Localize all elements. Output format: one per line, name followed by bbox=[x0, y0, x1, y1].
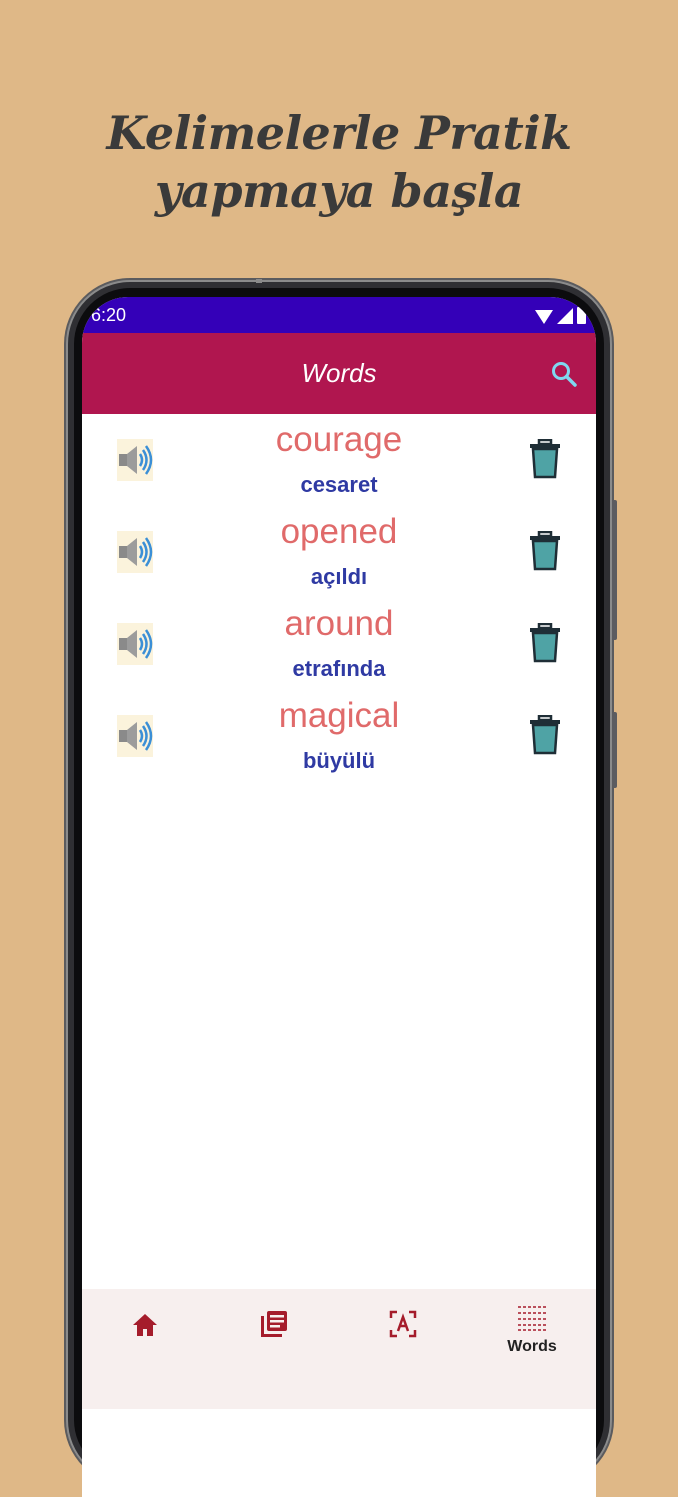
word-translation: büyülü bbox=[302, 748, 376, 773]
nav-words-label: Words bbox=[507, 1338, 557, 1355]
search-icon[interactable] bbox=[550, 360, 578, 388]
app-bar-title: Words bbox=[301, 358, 377, 388]
promo-headline-line2: yapmaya başla bbox=[154, 164, 524, 218]
word-translation: etrafında bbox=[292, 656, 386, 681]
home-icon bbox=[133, 1314, 157, 1336]
promo-headline: Kelimelerle Pratik yapmaya başla bbox=[0, 104, 678, 220]
word-row: courage cesaret bbox=[82, 414, 596, 506]
translate-scan-icon bbox=[389, 1310, 417, 1338]
phone-volume-button bbox=[612, 500, 617, 640]
word-text: courage bbox=[275, 420, 403, 459]
word-row: magical büyülü bbox=[82, 690, 596, 782]
word-text: opened bbox=[280, 512, 398, 551]
word-row: around etrafında bbox=[82, 598, 596, 690]
trash-icon[interactable] bbox=[529, 623, 561, 663]
trash-icon[interactable] bbox=[529, 531, 561, 571]
words-grid-icon bbox=[518, 1306, 546, 1331]
word-text: magical bbox=[278, 696, 400, 735]
word-text: around bbox=[284, 604, 394, 643]
phone-power-button bbox=[612, 712, 617, 788]
nav-translate[interactable] bbox=[373, 1309, 433, 1344]
battery-icon bbox=[577, 307, 586, 324]
status-time: 6:20 bbox=[91, 305, 127, 325]
phone-top-seam bbox=[256, 279, 262, 283]
nav-library[interactable] bbox=[244, 1309, 304, 1344]
app-bar: Words bbox=[82, 333, 596, 414]
word-row: opened açıldı bbox=[82, 506, 596, 598]
status-icons bbox=[535, 307, 586, 324]
word-translation: cesaret bbox=[300, 472, 378, 497]
bottom-navigation: Words bbox=[82, 1289, 596, 1409]
word-translation: açıldı bbox=[310, 564, 368, 589]
trash-icon[interactable] bbox=[529, 439, 561, 479]
signal-icon bbox=[557, 308, 573, 324]
nav-words[interactable]: Words bbox=[502, 1305, 562, 1356]
promo-headline-line1: Kelimelerle Pratik bbox=[106, 106, 572, 160]
word-list: courage cesaret opened açıldı around etr… bbox=[82, 414, 596, 782]
wifi-icon bbox=[535, 310, 553, 324]
nav-home[interactable] bbox=[115, 1313, 175, 1342]
status-bar: 6:20 bbox=[82, 297, 596, 333]
phone-frame: 6:20 Words courage cesaret opened açıldı… bbox=[68, 279, 617, 1497]
trash-icon[interactable] bbox=[529, 715, 561, 755]
phone-screen: 6:20 Words courage cesaret opened açıldı… bbox=[82, 297, 596, 1497]
library-icon bbox=[261, 1311, 287, 1337]
